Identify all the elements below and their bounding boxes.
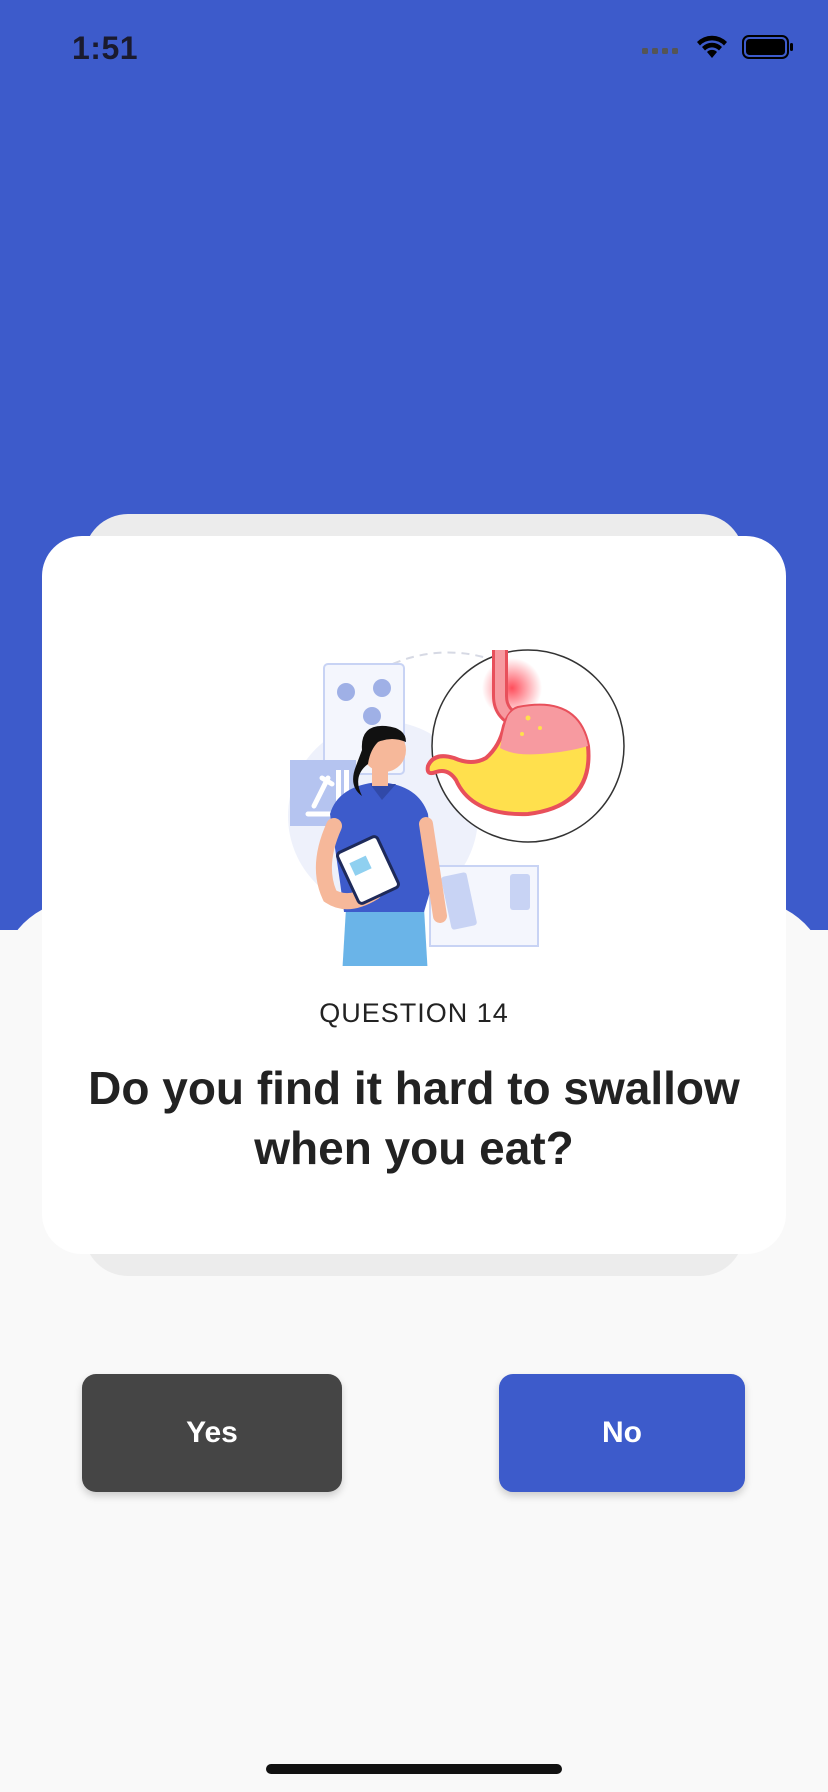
question-text: Do you find it hard to swallow when you …: [88, 1062, 740, 1174]
status-icons: [642, 34, 794, 65]
no-button[interactable]: No: [499, 1374, 745, 1492]
status-time: 1:51: [72, 30, 139, 66]
battery-icon: [742, 34, 794, 65]
signal-icon: [642, 40, 682, 59]
doctor-stomach-illustration: [278, 646, 628, 976]
home-indicator[interactable]: [266, 1764, 562, 1774]
wifi-icon: [696, 34, 728, 65]
status-bar: 1:51: [0, 0, 828, 100]
yes-button[interactable]: Yes: [82, 1374, 342, 1492]
question-number: QUESTION 14: [319, 998, 509, 1028]
question-card: QUESTION 14 Do you find it hard to swall…: [42, 536, 786, 1254]
